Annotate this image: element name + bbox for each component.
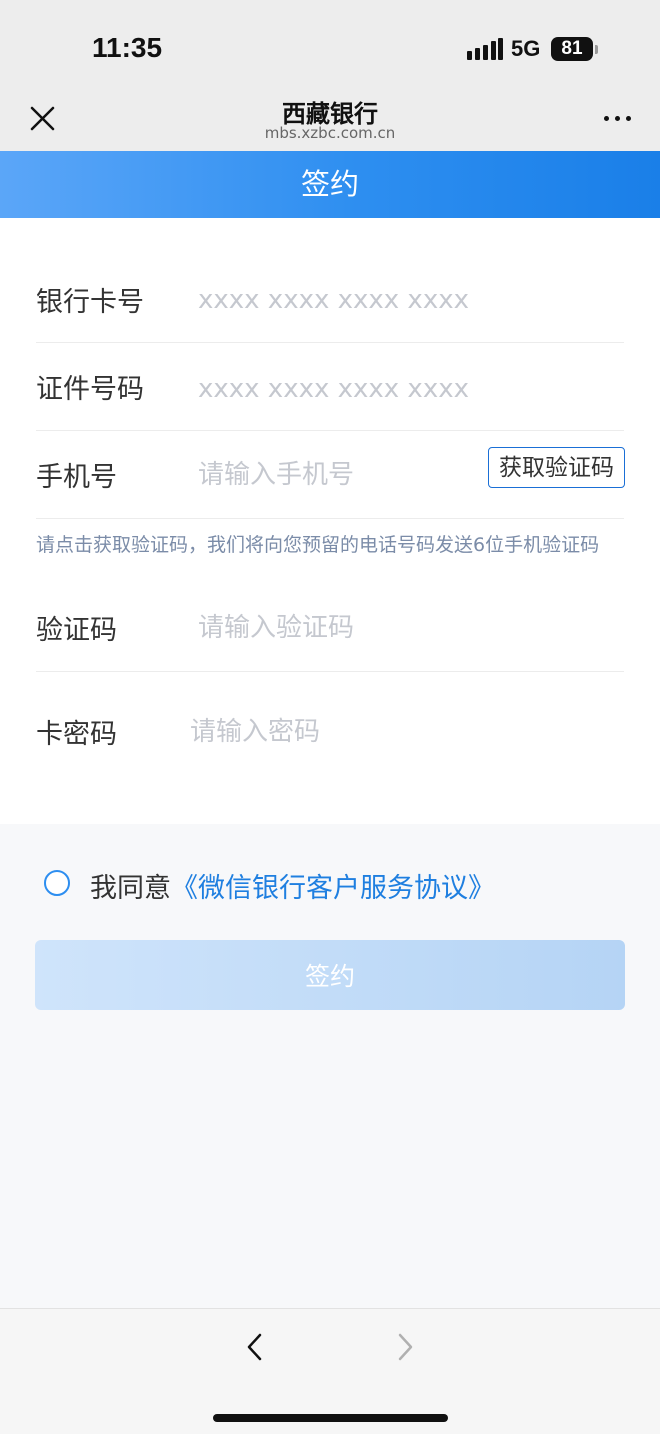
battery-level: 81 bbox=[561, 38, 583, 59]
status-time: 11:35 bbox=[92, 32, 163, 63]
password-label: 卡密码 bbox=[36, 719, 117, 750]
card-number-label: 银行卡号 bbox=[36, 287, 144, 318]
get-code-button[interactable]: 获取验证码 bbox=[488, 447, 625, 488]
form-title: 签约 bbox=[300, 167, 359, 201]
signup-form: 银行卡号 证件号码 手机号 获取验证码 请点击获取验证码，我们将向您预留的电话号… bbox=[0, 218, 660, 824]
divider bbox=[36, 518, 624, 519]
agreement-prefix: 我同意 bbox=[90, 873, 171, 904]
code-input[interactable] bbox=[198, 608, 618, 648]
chevron-right-icon[interactable] bbox=[392, 1331, 418, 1363]
network-label: 5G bbox=[511, 36, 541, 61]
phone-label: 手机号 bbox=[36, 462, 117, 493]
chevron-left-icon[interactable] bbox=[242, 1331, 268, 1363]
id-number-input[interactable] bbox=[198, 369, 618, 409]
password-row: 卡密码 bbox=[36, 688, 624, 768]
card-number-row: 银行卡号 bbox=[36, 254, 624, 343]
nav-bar: 西藏银行 mbs.xzbc.com.cn bbox=[0, 90, 660, 151]
phone-input[interactable] bbox=[198, 455, 478, 495]
agreement-row: 我同意《微信银行客户服务协议》 bbox=[44, 866, 624, 904]
password-input[interactable] bbox=[190, 712, 610, 752]
battery-icon: 81 bbox=[551, 37, 593, 61]
agree-radio[interactable] bbox=[44, 870, 70, 896]
id-number-label: 证件号码 bbox=[36, 374, 144, 405]
id-number-row: 证件号码 bbox=[36, 343, 624, 431]
code-hint: 请点击获取验证码，我们将向您预留的电话号码发送6位手机验证码 bbox=[36, 534, 600, 556]
form-header: 签约 bbox=[0, 151, 660, 218]
sign-button[interactable]: 签约 bbox=[35, 940, 625, 1010]
agreement-text: 我同意《微信银行客户服务协议》 bbox=[90, 866, 495, 905]
phone-row: 手机号 获取验证码 bbox=[36, 431, 625, 519]
battery-cap bbox=[595, 45, 598, 54]
code-label: 验证码 bbox=[36, 615, 117, 646]
code-row: 验证码 bbox=[36, 582, 624, 672]
card-number-input[interactable] bbox=[198, 280, 618, 320]
home-indicator bbox=[213, 1414, 448, 1422]
status-bar: 11:35 5G 81 bbox=[0, 0, 660, 90]
agreement-link[interactable]: 《微信银行客户服务协议》 bbox=[171, 873, 495, 904]
bottom-toolbar bbox=[0, 1308, 660, 1434]
signal-icon bbox=[467, 38, 503, 60]
divider bbox=[36, 671, 624, 672]
more-icon[interactable] bbox=[600, 110, 636, 126]
page-url: mbs.xzbc.com.cn bbox=[264, 124, 396, 142]
